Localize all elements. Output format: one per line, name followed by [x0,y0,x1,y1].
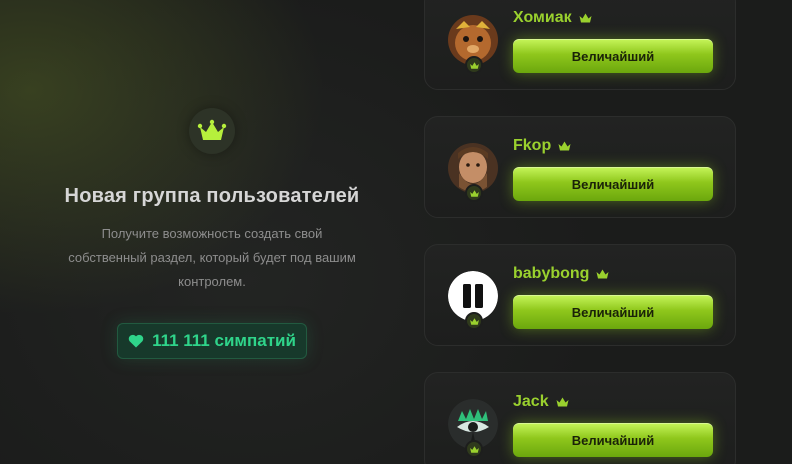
promo-description: Получите возможность создать свой собств… [68,226,356,289]
username-text[interactable]: Jack [513,393,549,411]
user-card[interactable]: babybong Величайший [424,244,736,346]
user-card[interactable]: Fkop Величайший [424,116,736,218]
rank-button[interactable]: Величайший [513,423,713,457]
likes-badge[interactable]: 111 111 симпатий [117,323,307,359]
heart-icon [128,334,144,348]
username-text[interactable]: Хомиак [513,9,572,27]
crown-icon [465,312,483,330]
crown-icon [465,56,483,74]
username-text[interactable]: babybong [513,265,589,283]
username[interactable]: Fkop [513,137,572,155]
crown-icon [558,141,571,151]
username[interactable]: Jack [513,393,570,411]
group-promo: Новая группа пользователей Получите возм… [50,100,374,359]
user-card[interactable]: Хомиак Величайший [424,0,736,90]
group-badge [189,108,235,154]
username[interactable]: Хомиак [513,9,593,27]
likes-count: 111 111 симпатий [152,331,296,350]
crown-icon [465,440,483,458]
rank-button[interactable]: Величайший [513,167,713,201]
rank-button[interactable]: Величайший [513,39,713,73]
crown-icon [596,269,609,279]
user-card[interactable]: Jack Величайший [424,372,736,464]
crown-icon [197,119,227,140]
username[interactable]: babybong [513,265,610,283]
promo-title: Новая группа пользователей [64,185,360,207]
crown-icon [579,13,592,23]
crown-icon [465,184,483,202]
rank-button[interactable]: Величайший [513,295,713,329]
crown-icon [556,397,569,407]
username-text[interactable]: Fkop [513,137,551,155]
